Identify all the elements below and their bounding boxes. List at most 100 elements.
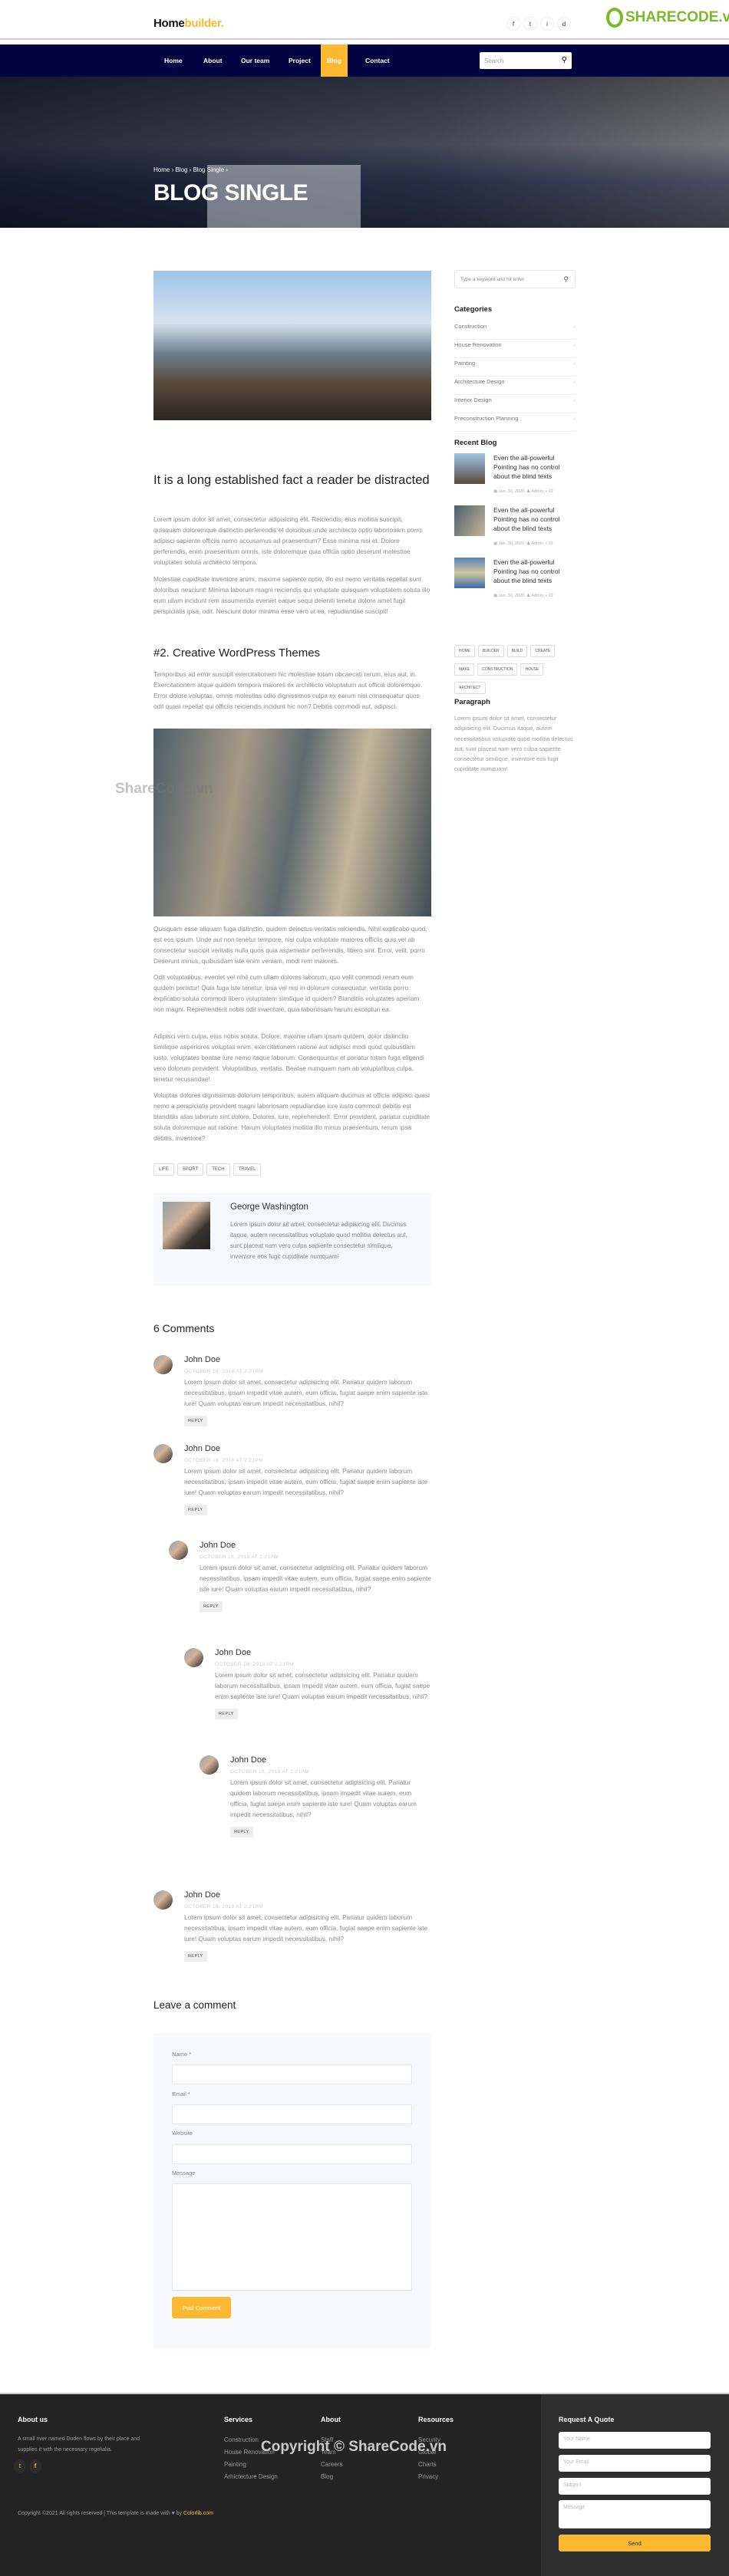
search-icon[interactable]: ⚲ bbox=[562, 56, 567, 64]
recent-blog-item[interactable]: Even the all-powerful Pointing has no co… bbox=[454, 453, 576, 499]
comment-form-title: Leave a comment bbox=[153, 1999, 236, 2011]
footer-link[interactable]: Construction bbox=[224, 2436, 259, 2443]
logo[interactable]: Homebuilder. bbox=[153, 17, 224, 30]
reply-button[interactable]: REPLY bbox=[184, 1416, 207, 1426]
quote-send-button[interactable]: Send bbox=[559, 2535, 711, 2551]
reply-button[interactable]: REPLY bbox=[200, 1601, 223, 1612]
sidebar-tag[interactable]: CONSTRUCTION bbox=[477, 663, 518, 676]
message-textarea[interactable] bbox=[172, 2183, 412, 2291]
article-tags: LIFE SPORT TECH TRAVEL bbox=[153, 1160, 264, 1179]
sidebar-tag[interactable]: BUILDER bbox=[478, 645, 504, 657]
comment-text: Lorem ipsum dolor sit amet, consectetur … bbox=[184, 1378, 428, 1407]
header-search-input[interactable]: Search ⚲ bbox=[480, 52, 572, 69]
chevron-right-icon: › bbox=[573, 360, 576, 367]
twitter-icon[interactable]: t bbox=[523, 17, 537, 31]
facebook-icon[interactable]: f bbox=[29, 2459, 41, 2473]
comment-date: October 18, 2018 at 2:21pm bbox=[215, 1662, 294, 1667]
category-item[interactable]: House Renovation › bbox=[454, 340, 576, 358]
search-icon[interactable]: ⚲ bbox=[563, 275, 569, 284]
calendar-icon: ▦ bbox=[493, 489, 499, 494]
sharecode-logo-icon bbox=[606, 8, 623, 28]
instagram-icon[interactable]: i bbox=[540, 17, 554, 31]
name-label: Name * bbox=[172, 2051, 192, 2058]
quote-subject-input[interactable]: Subject bbox=[559, 2478, 711, 2495]
watermark-text: ShareCode.vn bbox=[115, 781, 213, 797]
quote-message-input[interactable]: Message bbox=[559, 2500, 711, 2528]
comment-date: October 18, 2018 at 2:21pm bbox=[184, 1369, 263, 1374]
nav-about[interactable]: About bbox=[203, 44, 223, 77]
twitter-icon[interactable]: t bbox=[14, 2459, 26, 2473]
sidebar-tag[interactable]: ARCHITECT bbox=[454, 682, 486, 694]
watermark-copyright: Copyright © ShareCode.vn bbox=[261, 2439, 447, 2455]
comment-author: John Doe bbox=[184, 1890, 221, 1900]
footer-about-title: About us bbox=[18, 2416, 48, 2423]
sidebar-paragraph: Lorem ipsum dolor sit amet, consectetur … bbox=[454, 715, 573, 773]
footer-link[interactable]: Charts bbox=[418, 2461, 437, 2468]
recent-blog-item[interactable]: Even the all-powerful Pointing has no co… bbox=[454, 558, 576, 604]
calendar-icon: ▦ bbox=[493, 541, 499, 546]
recent-blog-title[interactable]: Even the all-powerful Pointing has no co… bbox=[493, 505, 578, 533]
tag-sport[interactable]: SPORT bbox=[176, 1163, 204, 1176]
recent-blog-title[interactable]: Even the all-powerful Pointing has no co… bbox=[493, 453, 578, 481]
footer-link[interactable]: Blog bbox=[321, 2473, 333, 2480]
quote-name-input[interactable]: Your Name bbox=[559, 2432, 711, 2449]
footer-link[interactable]: Privacy bbox=[418, 2473, 438, 2480]
recent-blog-thumbnail[interactable] bbox=[454, 505, 485, 536]
footer-link[interactable]: Painting bbox=[224, 2461, 246, 2468]
name-input[interactable] bbox=[172, 2064, 412, 2084]
article-image-bridge bbox=[153, 271, 431, 420]
comment-avatar bbox=[184, 1648, 203, 1667]
reply-button[interactable]: REPLY bbox=[230, 1827, 253, 1837]
category-item[interactable]: Painting › bbox=[454, 358, 576, 377]
sidebar-tag[interactable]: HOUSE bbox=[520, 663, 544, 676]
recent-blog-item[interactable]: Even the all-powerful Pointing has no co… bbox=[454, 505, 576, 551]
sidebar-tag[interactable]: CREATE bbox=[530, 645, 556, 657]
comment-text: Lorem ipsum dolor sit amet, consectetur … bbox=[184, 1913, 428, 1943]
reply-button[interactable]: REPLY bbox=[184, 1505, 207, 1515]
recent-blog-thumbnail[interactable] bbox=[454, 453, 485, 484]
breadcrumb[interactable]: Home › Blog › Blog Single › bbox=[153, 166, 228, 173]
comment-avatar bbox=[200, 1755, 219, 1775]
tag-travel[interactable]: TRAVEL bbox=[233, 1163, 262, 1176]
comment-avatar bbox=[153, 1890, 173, 1910]
category-item[interactable]: Construction › bbox=[454, 321, 576, 340]
sidebar-tag[interactable]: MAKE bbox=[454, 663, 475, 676]
colorlib-link[interactable]: Colorlib.com bbox=[183, 2511, 213, 2516]
dribbble-icon[interactable]: d bbox=[557, 17, 571, 31]
comment: John Doe October 18, 2018 at 2:21pm Lore… bbox=[153, 1444, 431, 1515]
email-input[interactable] bbox=[172, 2104, 412, 2124]
website-input[interactable] bbox=[172, 2144, 412, 2164]
reply-button[interactable]: REPLY bbox=[215, 1709, 238, 1719]
comment-date: October 18, 2018 at 2:21pm bbox=[200, 1554, 279, 1560]
category-item[interactable]: Preconstruction Planning › bbox=[454, 413, 576, 432]
footer-link[interactable]: Careers bbox=[321, 2461, 342, 2468]
tag-life[interactable]: LIFE bbox=[153, 1163, 174, 1176]
post-comment-button[interactable]: Post Comment bbox=[172, 2297, 231, 2318]
comment-author: John Doe bbox=[230, 1755, 267, 1765]
category-item[interactable]: Architecture Design › bbox=[454, 377, 576, 395]
nav-blog[interactable]: Blog bbox=[321, 44, 348, 77]
sidebar-search-input[interactable]: Type a keyword and hit enter ⚲ bbox=[454, 270, 576, 288]
footer-link[interactable]: Arhictecture Design bbox=[224, 2473, 278, 2480]
sidebar-tag[interactable]: HOME bbox=[454, 645, 475, 657]
reply-button[interactable]: REPLY bbox=[184, 1951, 207, 1962]
facebook-icon[interactable]: f bbox=[506, 17, 520, 31]
article-paragraph: Molestiae cupiditate inventore animi, ma… bbox=[153, 575, 430, 615]
quote-email-input[interactable]: Your Email bbox=[559, 2455, 711, 2472]
sidebar-tag[interactable]: BUILD bbox=[506, 645, 528, 657]
recent-blog-thumbnail[interactable] bbox=[454, 558, 485, 588]
nav-home[interactable]: Home bbox=[164, 44, 183, 77]
chevron-right-icon: › bbox=[573, 415, 576, 422]
footer-about-text: A small river named Duden flows by their… bbox=[18, 2436, 140, 2453]
recent-blog-title[interactable]: Even the all-powerful Pointing has no co… bbox=[493, 558, 578, 585]
tag-tech[interactable]: TECH bbox=[206, 1163, 230, 1176]
sharecode-watermark-logo: SHARECODE.vn bbox=[606, 8, 729, 28]
category-label: Architecture Design bbox=[454, 378, 505, 385]
article-paragraph: Adipisci vero culpa, eius nobis soluta. … bbox=[153, 1032, 424, 1083]
nav-contact[interactable]: Contact bbox=[365, 44, 390, 77]
category-item[interactable]: Interior Design › bbox=[454, 395, 576, 413]
nav-our-team[interactable]: Our team bbox=[241, 44, 269, 77]
comment-author: John Doe bbox=[184, 1444, 221, 1453]
main-nav: Home About Our team Project Blog Contact bbox=[0, 44, 729, 77]
nav-project[interactable]: Project bbox=[289, 44, 311, 77]
